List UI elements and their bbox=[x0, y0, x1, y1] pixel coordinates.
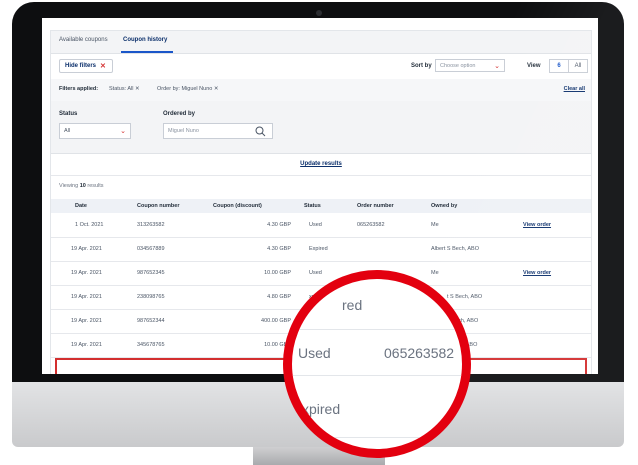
filter-chip-status-label: Status: All bbox=[109, 86, 134, 92]
view-label: View bbox=[527, 63, 541, 69]
cell-status: Used bbox=[309, 222, 322, 228]
toolbar: Hide filters ✕ Sort by Choose option ⌄ V… bbox=[51, 53, 591, 80]
filter-chip-ordered-by-label: Order by: Miguel Nuno bbox=[157, 86, 213, 92]
cell-date: 19 Apr. 2021 bbox=[71, 294, 102, 300]
status-select-value: All bbox=[64, 128, 71, 134]
view-order-link[interactable]: View order bbox=[523, 222, 551, 228]
tab-bar: Available coupons Coupon history bbox=[51, 31, 591, 54]
view-6-button[interactable]: 6 bbox=[549, 59, 569, 73]
magnified-top-text: red bbox=[342, 297, 363, 313]
ordered-by-placeholder: Miguel Nuno bbox=[168, 128, 199, 134]
cell-date: 19 Apr. 2021 bbox=[71, 342, 102, 348]
magnified-divider bbox=[292, 437, 462, 438]
cell-coupon-number: 345678765 bbox=[137, 342, 165, 348]
status-select[interactable]: All ⌄ bbox=[59, 123, 131, 139]
cell-discount: 4.30 GBP bbox=[267, 222, 291, 228]
view-all-button[interactable]: All bbox=[568, 59, 588, 73]
magnifier-callout: red Used 065263582 xpired bbox=[283, 270, 471, 458]
results-count: Viewing 10 results bbox=[59, 183, 104, 189]
filter-chip-status[interactable]: Status: All ✕ bbox=[109, 86, 140, 92]
cell-date: 19 Apr. 2021 bbox=[71, 270, 102, 276]
cell-coupon-number: 238098765 bbox=[137, 294, 165, 300]
hide-filters-label: Hide filters bbox=[65, 63, 97, 69]
close-icon[interactable]: ✕ bbox=[214, 86, 219, 92]
cell-coupon-number: 313263582 bbox=[137, 222, 165, 228]
results-count-suffix: results bbox=[87, 183, 104, 189]
cell-owned-by: t S Bech, ABO bbox=[447, 294, 483, 300]
cell-discount: 4.80 GBP bbox=[267, 294, 291, 300]
magnified-order-number: 065263582 bbox=[384, 345, 455, 361]
cell-date: 19 Apr. 2021 bbox=[71, 246, 102, 252]
cell-status: Expired bbox=[309, 246, 328, 252]
magnified-bottom-text: xpired bbox=[302, 401, 341, 417]
chevron-down-icon: ⌄ bbox=[120, 128, 126, 135]
column-header-coupon-number: Coupon number bbox=[137, 203, 180, 209]
cell-order-number: 065263582 bbox=[357, 222, 385, 228]
close-icon[interactable]: ✕ bbox=[135, 86, 140, 92]
cell-owned-by: Me bbox=[431, 222, 439, 228]
sort-by-label: Sort by bbox=[411, 63, 432, 69]
update-results-link[interactable]: Update results bbox=[51, 153, 591, 176]
monitor: Available coupons Coupon history Hide fi… bbox=[0, 0, 638, 465]
clear-all-link[interactable]: Clear all bbox=[564, 86, 585, 92]
results-count-number: 10 bbox=[79, 183, 86, 189]
column-header-order-number: Order number bbox=[357, 203, 394, 209]
cell-date: 19 Apr. 2021 bbox=[71, 318, 102, 324]
ordered-by-input[interactable]: Miguel Nuno bbox=[163, 123, 273, 139]
tab-available-coupons[interactable]: Available coupons bbox=[59, 37, 108, 43]
column-header-coupon-discount: Coupon (discount) bbox=[213, 203, 262, 209]
close-icon: ✕ bbox=[100, 63, 106, 70]
status-filter-label: Status bbox=[59, 111, 78, 117]
magnified-status: Used bbox=[298, 345, 331, 361]
ordered-by-filter-label: Ordered by bbox=[163, 111, 196, 117]
cell-owned-by: Me bbox=[431, 270, 439, 276]
table-header: Date Coupon number Coupon (discount) Sta… bbox=[51, 199, 591, 213]
filters-applied-bar: Filters applied: Status: All ✕ Order by:… bbox=[51, 79, 591, 102]
cell-date: 1 Oct. 2021 bbox=[75, 222, 104, 228]
search-icon[interactable] bbox=[255, 126, 266, 137]
cell-owned-by: Albert S Bech, ABO bbox=[431, 246, 479, 252]
cell-coupon-number: 987652344 bbox=[137, 318, 165, 324]
table-row: 19 Apr. 2021 987652345 10.00 GBP Used Me… bbox=[51, 261, 591, 286]
column-header-status: Status bbox=[304, 203, 321, 209]
cell-discount: 4.30 GBP bbox=[267, 246, 291, 252]
magnified-divider bbox=[292, 375, 462, 376]
filter-panel: Status All ⌄ Ordered by Miguel Nuno bbox=[51, 101, 591, 154]
sort-by-select[interactable]: Choose option ⌄ bbox=[435, 59, 505, 72]
chevron-down-icon: ⌄ bbox=[494, 63, 500, 70]
tab-coupon-history[interactable]: Coupon history bbox=[123, 37, 167, 43]
filters-applied-label: Filters applied: bbox=[59, 86, 99, 92]
table-row: 1 Oct. 2021 313263582 4.30 GBP Used 0652… bbox=[51, 213, 591, 238]
cell-coupon-number: 034567889 bbox=[137, 246, 165, 252]
column-header-date: Date bbox=[75, 203, 87, 209]
results-count-prefix: Viewing bbox=[59, 183, 79, 189]
cell-discount: 400.00 GBP bbox=[261, 318, 291, 324]
camera-icon bbox=[316, 10, 322, 16]
magnified-divider bbox=[292, 329, 462, 330]
column-header-owned-by: Owned by bbox=[431, 203, 458, 209]
cell-discount: 10.00 GBP bbox=[264, 270, 291, 276]
filter-chip-ordered-by[interactable]: Order by: Miguel Nuno ✕ bbox=[157, 86, 218, 92]
table-row: 19 Apr. 2021 034567889 4.30 GBP Expired … bbox=[51, 237, 591, 262]
cell-coupon-number: 987652345 bbox=[137, 270, 165, 276]
hide-filters-button[interactable]: Hide filters ✕ bbox=[59, 59, 113, 73]
sort-placeholder: Choose option bbox=[440, 62, 476, 69]
view-order-link[interactable]: View order bbox=[523, 270, 551, 276]
cell-status: Used bbox=[309, 270, 322, 276]
